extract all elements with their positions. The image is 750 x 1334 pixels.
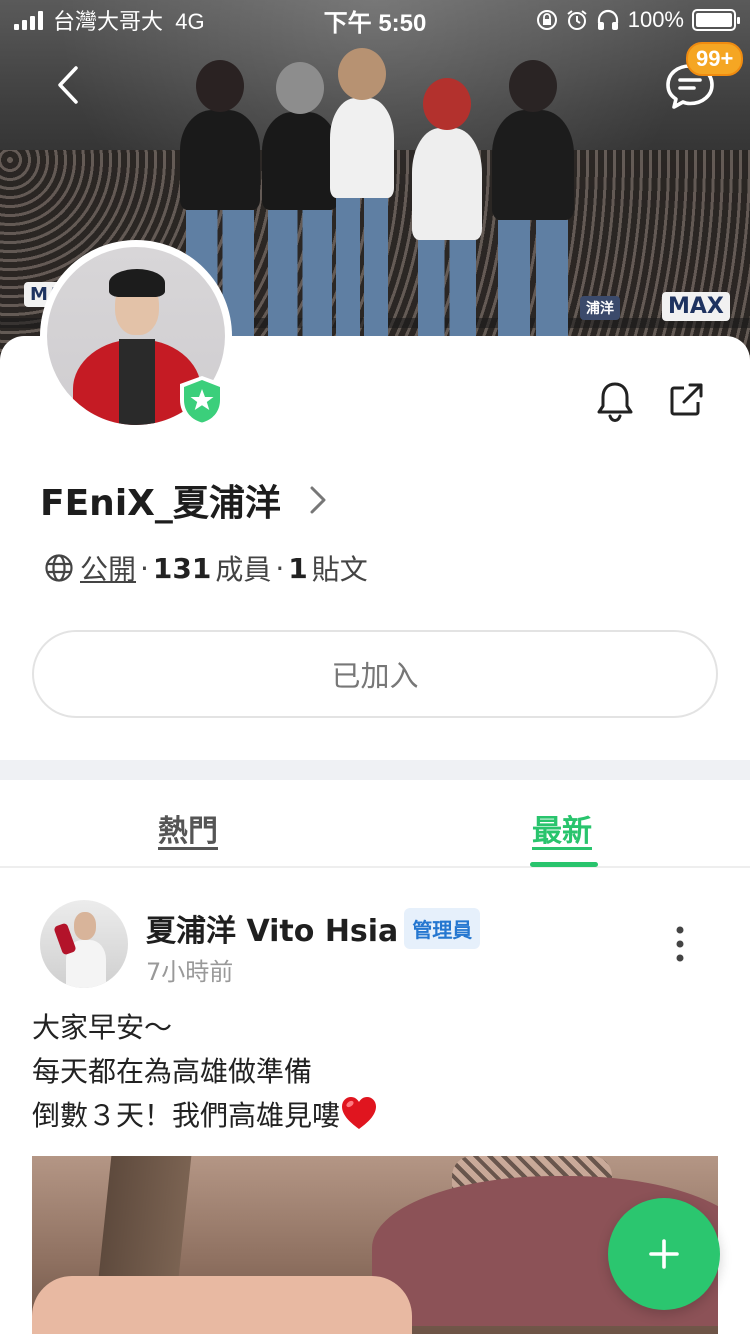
post-more-button[interactable] bbox=[668, 922, 692, 966]
tab-bar: 熱門 最新 bbox=[0, 780, 750, 868]
joined-button[interactable]: 已加入 bbox=[32, 630, 718, 718]
performer-figure bbox=[412, 78, 482, 360]
performer-figure bbox=[492, 60, 574, 360]
create-post-button[interactable] bbox=[608, 1198, 720, 1310]
more-vertical-icon bbox=[676, 926, 684, 962]
separator-dot: · bbox=[140, 551, 149, 585]
plus-icon bbox=[649, 1239, 679, 1269]
status-bar: 台灣大哥大 4G 下午 5:50 100% bbox=[0, 0, 750, 40]
battery-percent: 100% bbox=[627, 7, 684, 32]
tab-popular[interactable]: 熱門 bbox=[158, 806, 218, 850]
post-author: 夏浦洋 Vito Hsia 管理員 bbox=[146, 906, 481, 950]
status-time: 下午 5:50 bbox=[323, 9, 427, 37]
share-icon bbox=[670, 383, 703, 416]
tab-latest[interactable]: 最新 bbox=[532, 806, 592, 850]
bell-icon bbox=[597, 382, 633, 423]
crowd-sign: 浦洋 bbox=[580, 296, 620, 320]
carrier-name: 台灣大哥大 4G bbox=[53, 9, 205, 34]
share-button[interactable] bbox=[666, 380, 706, 420]
back-icon bbox=[58, 66, 78, 104]
verified-shield-icon bbox=[180, 376, 224, 426]
signal-strength-icon bbox=[14, 10, 43, 30]
posts-count: 1 bbox=[288, 551, 308, 585]
notification-bell-button[interactable] bbox=[594, 380, 636, 424]
globe-icon bbox=[45, 554, 73, 582]
heart-emoji bbox=[342, 1097, 377, 1129]
active-tab-indicator bbox=[530, 862, 598, 867]
battery-icon bbox=[692, 9, 740, 31]
separator-dot: · bbox=[275, 551, 285, 585]
members-label: 成員 bbox=[215, 553, 272, 586]
group-name-link[interactable]: FEniX_夏浦洋 bbox=[40, 474, 327, 526]
visibility-link[interactable]: 公開 bbox=[80, 548, 136, 588]
battery-fill bbox=[696, 13, 732, 27]
back-button[interactable] bbox=[46, 60, 90, 110]
post-line: 每天都在為高雄做準備 bbox=[32, 1055, 313, 1088]
post-author-name[interactable]: 夏浦洋 Vito Hsia bbox=[146, 906, 398, 950]
chevron-right-icon bbox=[309, 485, 327, 515]
posts-label: 貼文 bbox=[311, 553, 368, 586]
post-line: 大家早安～ bbox=[32, 1011, 173, 1044]
performer-figure bbox=[330, 48, 394, 348]
post-timestamp: 7小時前 bbox=[146, 958, 234, 986]
post-line-with-emoji: 倒數３天！我們高雄見嘍 bbox=[32, 1094, 378, 1138]
chat-unread-badge: 99+ bbox=[686, 42, 744, 76]
alarm-icon bbox=[567, 10, 587, 30]
admin-badge: 管理員 bbox=[404, 907, 481, 949]
headphones-icon bbox=[597, 9, 618, 30]
status-right: 100% bbox=[536, 7, 740, 33]
section-divider bbox=[0, 760, 750, 780]
group-name: FEniX_夏浦洋 bbox=[40, 483, 281, 524]
crowd-sign: MAX bbox=[662, 292, 730, 321]
performer-figure bbox=[180, 60, 260, 360]
post-text: 大家早安～ 每天都在為高雄做準備 倒數３天！我們高雄見嘍 bbox=[32, 1006, 378, 1138]
members-count: 131 bbox=[152, 551, 212, 585]
orientation-lock-icon bbox=[536, 10, 557, 30]
performer-figure bbox=[262, 62, 338, 360]
group-meta: 公開 · 131 成員 · 1 貼文 bbox=[44, 548, 368, 588]
post-author-avatar[interactable] bbox=[40, 900, 128, 988]
